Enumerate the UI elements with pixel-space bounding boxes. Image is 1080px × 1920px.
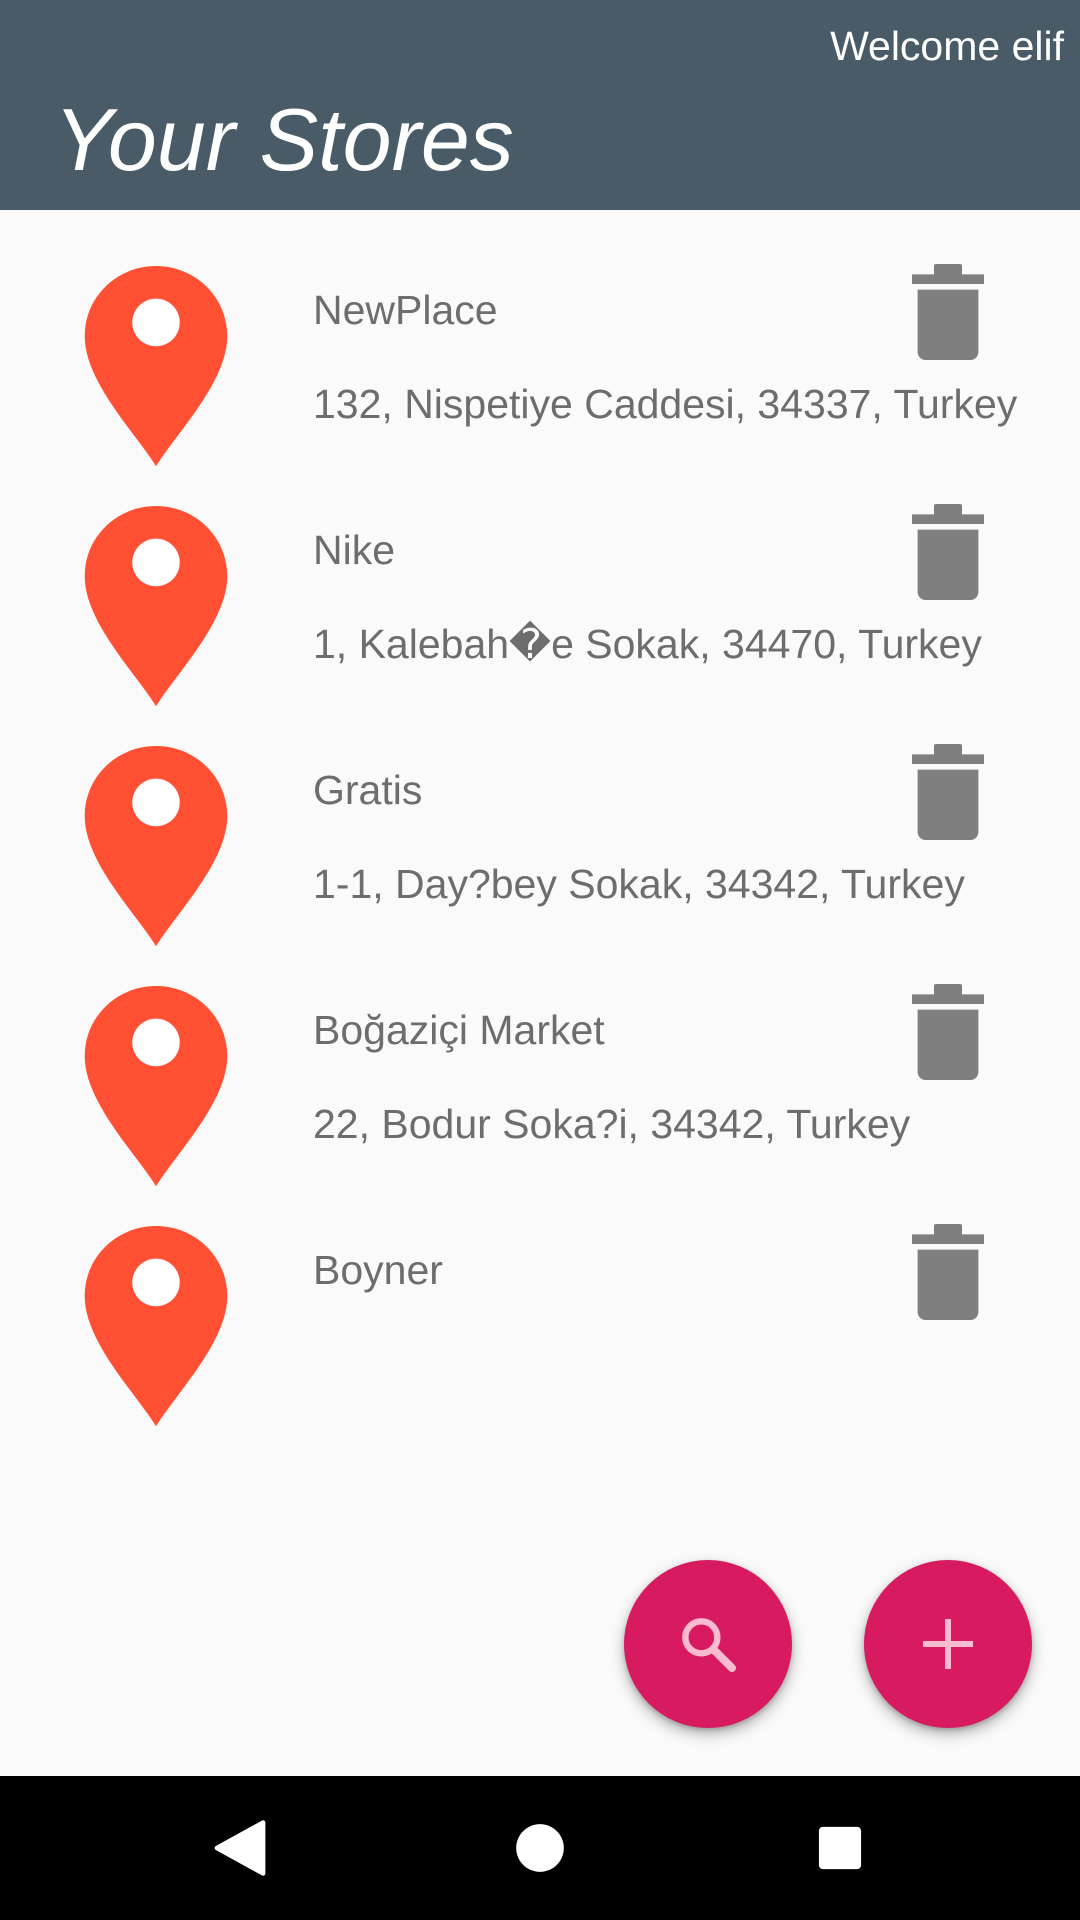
system-navigation-bar <box>0 1776 1080 1920</box>
nav-recents-button[interactable] <box>768 1776 912 1920</box>
store-address: 1-1, Day?bey Sokak, 34342, Turkey <box>313 861 965 907</box>
store-address: 132, Nispetiye Caddesi, 34337, Turkey <box>313 381 1018 427</box>
app-screen: Welcome elif Your Stores NewPlace 132, N… <box>0 0 1080 1920</box>
map-pin-icon <box>84 266 228 467</box>
delete-store-button[interactable] <box>900 980 996 1084</box>
add-store-fab-button[interactable] <box>864 1560 1032 1728</box>
welcome-text: Welcome elif <box>830 23 1064 69</box>
store-name: Boğaziçi Market <box>313 1007 605 1053</box>
store-list-item[interactable]: NewPlace 132, Nispetiye Caddesi, 34337, … <box>0 210 1080 467</box>
store-list: NewPlace 132, Nispetiye Caddesi, 34337, … <box>0 210 1080 1427</box>
store-name: Gratis <box>313 767 423 813</box>
app-toolbar: Welcome elif Your Stores <box>0 0 1080 210</box>
map-pin-icon <box>84 986 228 1187</box>
trash-icon <box>912 984 984 1080</box>
delete-store-button[interactable] <box>900 500 996 604</box>
delete-store-button[interactable] <box>900 1220 996 1324</box>
store-name: NewPlace <box>313 287 498 333</box>
home-circle-icon <box>516 1824 564 1872</box>
search-fab-button[interactable] <box>624 1560 792 1728</box>
trash-icon <box>912 504 984 600</box>
trash-icon <box>912 1224 984 1320</box>
map-pin-icon <box>84 746 228 947</box>
store-list-item[interactable]: Boğaziçi Market 22, Bodur Soka?i, 34342,… <box>0 930 1080 1187</box>
store-name: Nike <box>313 527 396 573</box>
page-title: Your Stores <box>54 90 514 189</box>
delete-store-button[interactable] <box>900 260 996 364</box>
store-address: 1, Kalebah�e Sokak, 34470, Turkey <box>313 621 982 667</box>
nav-back-button[interactable] <box>168 1776 312 1920</box>
store-list-item[interactable]: Gratis 1-1, Day?bey Sokak, 34342, Turkey <box>0 690 1080 947</box>
recents-square-icon <box>818 1826 862 1870</box>
store-list-item[interactable]: Nike 1, Kalebah�e Sokak, 34470, Turkey <box>0 450 1080 707</box>
search-icon <box>682 1618 736 1672</box>
nav-home-button[interactable] <box>468 1776 612 1920</box>
back-triangle-icon <box>214 1820 266 1876</box>
store-list-item[interactable]: Boyner <box>0 1170 1080 1427</box>
trash-icon <box>912 744 984 840</box>
store-name: Boyner <box>313 1247 443 1293</box>
map-pin-icon <box>84 1226 228 1427</box>
map-pin-icon <box>84 506 228 707</box>
store-address: 22, Bodur Soka?i, 34342, Turkey <box>313 1101 911 1147</box>
delete-store-button[interactable] <box>900 740 996 844</box>
plus-icon <box>923 1619 973 1669</box>
trash-icon <box>912 264 984 360</box>
